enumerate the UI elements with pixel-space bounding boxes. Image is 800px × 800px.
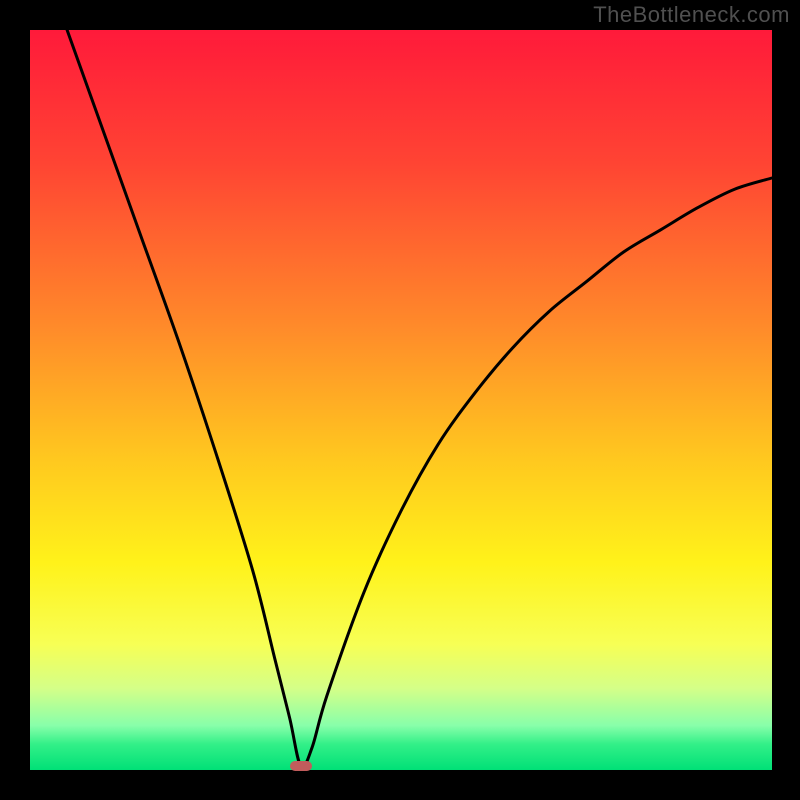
plot-area (30, 30, 772, 770)
watermark-text: TheBottleneck.com (593, 2, 790, 28)
bottleneck-curve (67, 30, 772, 767)
curve-layer (30, 30, 772, 770)
minimum-marker-icon (290, 761, 312, 771)
